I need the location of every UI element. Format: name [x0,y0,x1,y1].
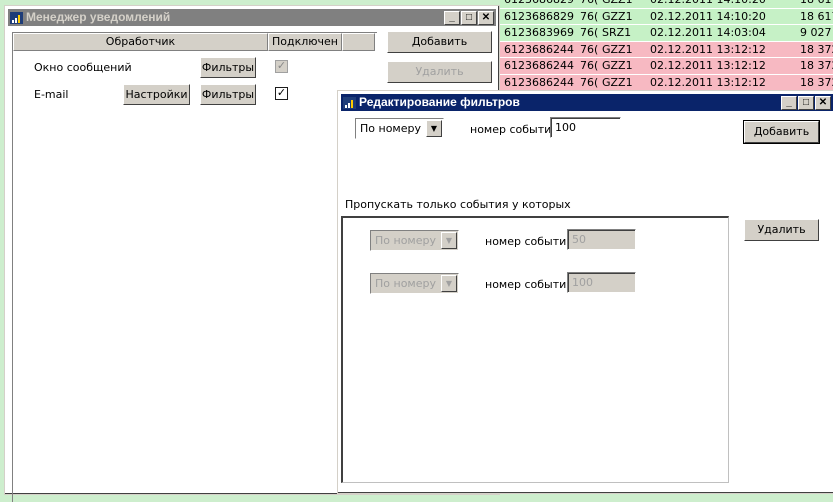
cell-c2: 76( [580,75,599,89]
cell-c2: 76( [580,26,599,39]
remove-filter-button[interactable]: Удалить [744,219,819,241]
column-header-enabled[interactable]: Подключен [268,33,342,51]
maximize-button[interactable]: □ [798,96,814,110]
title-bar[interactable]: Редактирование фильтров _ □ ✕ [341,94,833,111]
enabled-checkbox[interactable]: ✓ [275,60,288,73]
rule-type-combo[interactable]: По номеру ▼ [370,230,459,251]
handlers-table-border [12,32,377,502]
cell-code: GZZ1 [602,75,633,89]
cell-date: 02.12.2011 14:10:20 [650,9,766,23]
minimize-button[interactable]: _ [781,96,797,110]
grid-row[interactable]: 6123686244 76(GZZ1 02.12.2011 13:12:12 18 3… [500,58,833,75]
rule-label: номер события [485,278,573,291]
cell-num: 18 617 [800,9,833,23]
cell-c2: 76( [580,9,599,23]
add-handler-button[interactable]: Добавить [387,31,492,53]
chevron-down-icon[interactable]: ▼ [441,232,457,249]
rule-type-combo[interactable]: По номеру ▼ [370,273,459,294]
rule-value-input[interactable]: 100 [567,272,636,293]
window-title: Редактирование фильтров [359,95,520,109]
combo-value: По номеру [375,277,436,290]
column-header-empty[interactable] [342,33,375,51]
grid-row[interactable]: 6123686244 76(GZZ1 02.12.2011 13:12:12 18 3… [500,74,833,91]
cell-date: 02.12.2011 13:12:12 [650,75,766,89]
cell-c2: 76( [580,59,599,72]
grid-row[interactable]: 6123686829 76(GZZ1 02.12.2011 14:10:20 18 6… [500,8,833,25]
window-title: Менеджер уведомлений [26,10,171,24]
combo-value: По номеру [360,122,421,135]
close-button[interactable]: ✕ [478,11,494,25]
event-number-input[interactable]: 100 [550,117,621,138]
filters-button[interactable]: Фильтры [200,84,256,105]
rules-panel [341,216,729,483]
cell-num: 18 372 [800,75,833,89]
cell-date: 02.12.2011 14:03:04 [650,26,766,39]
app-icon [343,97,356,109]
cell-id: 6123686829 [504,9,574,23]
maximize-button[interactable]: □ [461,11,477,25]
remove-handler-button[interactable]: Удалить [387,61,492,83]
handler-name: E-mail [34,88,69,101]
filter-type-combo[interactable]: По номеру ▼ [355,118,444,139]
minimize-button[interactable]: _ [444,11,460,25]
title-bar[interactable]: Менеджер уведомлений _ □ ✕ [8,9,496,26]
grid-row[interactable]: 6123686244 76(GZZ1 02.12.2011 13:12:12 18 3… [500,41,833,58]
add-filter-button[interactable]: Добавить [743,120,820,144]
cell-date: 02.12.2011 14:10:20 [650,0,766,8]
cell-code: GZZ1 [602,9,633,23]
cell-code: GZZ1 [602,0,633,8]
cell-num: 18 372 [800,59,833,72]
cell-date: 02.12.2011 13:12:12 [650,59,766,72]
grid-row[interactable]: 6123686829 76( GZZ1 02.12.2011 14:10:20 18 6… [500,0,833,9]
rule-value-input[interactable]: 50 [567,229,636,250]
event-number-label: номер события [470,123,558,136]
cell-date: 02.12.2011 13:12:12 [650,42,766,56]
handler-name: Окно сообщений [34,61,132,74]
group-label: Пропускать только события у которых [345,198,571,211]
grid-row[interactable]: 6123683969 76(SRZ1 02.12.2011 14:03:04 9 02… [500,25,833,42]
rule-label: номер события [485,235,573,248]
settings-button[interactable]: Настройки [123,84,190,105]
cell-c2: 76( [580,42,599,56]
cell-num: 9 027 [800,26,832,39]
cell-id: 6123683969 [504,26,574,39]
cell-id: 6123686244 [504,59,574,72]
chevron-down-icon[interactable]: ▼ [426,120,442,137]
cell-id: 6123686244 [504,75,574,89]
enabled-checkbox[interactable]: ✓ [275,87,288,100]
cell-code: GZZ1 [602,42,633,56]
cell-id: 6123686244 [504,42,574,56]
chevron-down-icon[interactable]: ▼ [441,275,457,292]
cell-num: 18 617 [800,0,833,8]
cell-code: GZZ1 [602,59,633,72]
cell-code: SRZ1 [602,26,632,39]
cell-id: 6123686829 [504,0,574,8]
filters-button[interactable]: Фильтры [200,57,256,78]
column-header-handler[interactable]: Обработчик [13,33,268,51]
cell-c2: 76( [580,0,598,8]
app-icon [10,12,23,24]
cell-num: 18 372 [800,42,833,56]
close-button[interactable]: ✕ [815,96,831,110]
combo-value: По номеру [375,234,436,247]
